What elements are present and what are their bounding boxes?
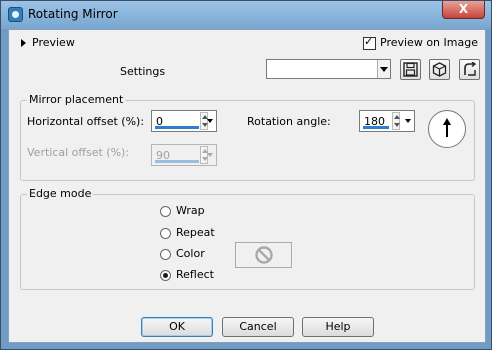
reset-icon: [464, 62, 477, 76]
edge-mode-reflect-radio[interactable]: Reflect: [160, 268, 214, 281]
edge-color-swatch[interactable]: [235, 242, 292, 268]
edge-mode-repeat-label: Repeat: [176, 226, 215, 239]
preview-label: Preview: [32, 36, 75, 49]
dialog-window: Rotating Mirror X Preview Preview on Ima…: [0, 0, 492, 350]
preview-on-image-label: Preview on Image: [380, 36, 478, 49]
edge-mode-color-label: Color: [176, 247, 205, 260]
edge-mode-wrap-radio[interactable]: Wrap: [160, 204, 205, 217]
rotation-angle-dial[interactable]: [428, 110, 466, 148]
angle-dial-icon: [443, 118, 451, 137]
chevron-down-icon[interactable]: [207, 112, 215, 130]
load-preset-button[interactable]: [429, 59, 450, 80]
window-title: Rotating Mirror: [28, 7, 118, 21]
spin-arrows-icon[interactable]: [392, 112, 400, 130]
radio-unselected-icon: [160, 205, 171, 217]
rotation-angle-slider-bar[interactable]: [363, 126, 389, 129]
radio-unselected-icon: [160, 248, 171, 260]
preview-on-image-checkbox[interactable]: Preview on Image: [363, 35, 478, 50]
vertical-offset-slider-bar: [155, 160, 199, 163]
reset-button[interactable]: [459, 59, 480, 80]
dialog-client: Preview Preview on Image Settings: [8, 29, 486, 343]
save-preset-button[interactable]: [400, 59, 421, 80]
vertical-offset-spinner: 90: [151, 144, 217, 166]
edge-mode-wrap-label: Wrap: [176, 204, 205, 217]
rotation-angle-spinner[interactable]: 180: [359, 110, 415, 132]
radio-unselected-icon: [160, 227, 171, 239]
checkbox-checked-icon: [363, 35, 376, 50]
expand-arrow-icon: [21, 39, 26, 47]
no-color-icon: [255, 246, 273, 264]
edge-mode-color-radio[interactable]: Color: [160, 247, 205, 260]
edge-mode-label: Edge mode: [27, 187, 94, 200]
chevron-down-icon[interactable]: [405, 112, 413, 130]
title-bar[interactable]: Rotating Mirror X: [1, 1, 491, 29]
preview-toggle[interactable]: Preview: [21, 36, 75, 49]
save-preset-icon: [403, 62, 418, 77]
radio-selected-icon: [160, 269, 171, 281]
edge-mode-repeat-radio[interactable]: Repeat: [160, 226, 215, 239]
cancel-button[interactable]: Cancel: [222, 317, 294, 337]
settings-label: Settings: [120, 65, 166, 78]
horizontal-offset-label: Horizontal offset (%):: [27, 115, 145, 128]
rotation-angle-label: Rotation angle:: [247, 115, 331, 128]
chevron-down-icon[interactable]: [377, 60, 390, 78]
load-preset-icon: [432, 62, 447, 77]
vertical-offset-label: Vertical offset (%):: [27, 146, 130, 159]
close-button[interactable]: X: [442, 1, 485, 19]
horizontal-offset-spinner[interactable]: 0: [151, 110, 217, 132]
edge-mode-reflect-label: Reflect: [176, 268, 214, 281]
horizontal-offset-slider-bar[interactable]: [155, 126, 199, 129]
ok-button[interactable]: OK: [141, 317, 213, 337]
help-button[interactable]: Help: [302, 317, 374, 337]
app-icon: [8, 7, 23, 22]
settings-dropdown[interactable]: [266, 59, 391, 79]
mirror-placement-label: Mirror placement: [27, 93, 126, 106]
chevron-down-icon: [207, 146, 215, 164]
